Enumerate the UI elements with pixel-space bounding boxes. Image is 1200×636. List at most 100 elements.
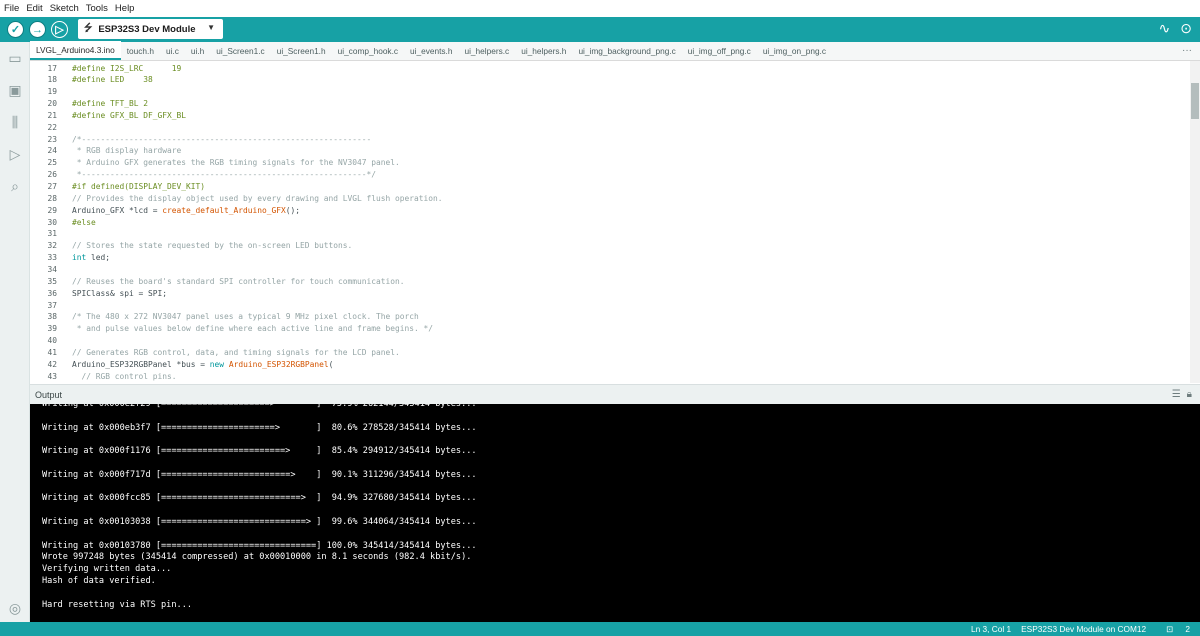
code-token: // Generates RGB control, data, and timi… — [72, 347, 400, 357]
scrollbar-thumb[interactable] — [1191, 83, 1199, 119]
code-text: *---------------------------------------… — [72, 170, 376, 179]
code-text: Arduino_GFX *lcd = create_default_Arduin… — [72, 206, 300, 215]
menu-file[interactable]: File — [4, 3, 19, 14]
code-line: 19 — [30, 86, 1190, 98]
cursor-position: Ln 3, Col 1 — [970, 624, 1012, 634]
code-token: #define GFX_BL DF_GFX_BL — [72, 110, 187, 120]
bell-icon: ⊡ — [1166, 624, 1174, 634]
folder-icon[interactable]: ▭ — [7, 50, 23, 66]
code-text: Arduino_ESP32RGBPanel *bus = new Arduino… — [72, 360, 333, 369]
code-line: 42 Arduino_ESP32RGBPanel *bus = new Ardui… — [30, 358, 1190, 370]
tab-ui-events-h[interactable]: ui_events.h — [404, 41, 458, 60]
notifications-indicator[interactable]: ⊡ 2 — [1156, 624, 1190, 634]
library-icon[interactable]: ⫼ — [7, 114, 23, 130]
code-token: #define TFT_BL 2 — [72, 99, 149, 109]
code-text: /*--------------------------------------… — [72, 135, 371, 144]
search-icon[interactable]: ⌕ — [7, 178, 23, 194]
code-line: 27 #if defined(DISPLAY_DEV_KIT) — [30, 181, 1190, 193]
line-number: 17 — [47, 63, 57, 73]
code-text: * RGB display hardware — [72, 146, 182, 155]
code-text: // Generates RGB control, data, and timi… — [72, 348, 400, 357]
code-token: // Stores the state requested by the on-… — [72, 241, 353, 251]
board-name: ESP32S3 Dev Module — [98, 23, 196, 35]
menubar: File Edit Sketch Tools Help — [0, 0, 1200, 17]
code-line: 28 // Provides the display object used by… — [30, 192, 1190, 204]
code-token: /* The 480 x 272 NV3047 panel uses a typ… — [72, 312, 419, 322]
code-text: // RGB control pins. — [72, 372, 177, 381]
lock-icon[interactable]: 🔒︎ — [1187, 389, 1192, 400]
tab-ui-h[interactable]: ui.h — [185, 41, 210, 60]
line-number: 25 — [47, 158, 57, 168]
upload-button[interactable]: → — [29, 21, 46, 38]
magnifier-icon[interactable]: ⊙ — [1180, 20, 1192, 37]
code-text: int led; — [72, 253, 110, 262]
tab-ui-img-on-png-c[interactable]: ui_img_on_png.c — [757, 41, 832, 60]
debug-sidebar-icon[interactable]: ▷ — [7, 146, 23, 162]
menu-edit[interactable]: Edit — [26, 3, 42, 14]
tab-lvgl-arduino4-3-ino[interactable]: LVGL_Arduino4.3.ino — [30, 41, 121, 60]
code-token: SPIClass& spi = SPI; — [72, 288, 168, 298]
code-text: // Stores the state requested by the on-… — [72, 241, 352, 250]
more-tabs-icon[interactable]: ··· — [1182, 45, 1192, 56]
code-token: Arduino_ESP32RGBPanel — [228, 359, 329, 369]
line-number: 18 — [47, 75, 57, 85]
board-selector[interactable]: ⭍ ESP32S3 Dev Module ▼ — [78, 19, 223, 39]
debug-icon: ▷ — [55, 24, 64, 36]
code-token: * Arduino GFX generates the RGB timing s… — [72, 158, 400, 168]
profile-icon[interactable]: ◎ — [7, 600, 23, 616]
code-text: #if defined(DISPLAY_DEV_KIT) — [72, 182, 205, 191]
line-number: 36 — [47, 288, 57, 298]
code-token: Arduino_GFX *lcd = — [72, 205, 163, 215]
plotter-icon[interactable]: ∿ — [1159, 20, 1171, 37]
code-token: create_default_Arduino_GFX — [162, 205, 286, 215]
tab-ui-helpers-h[interactable]: ui_helpers.h — [515, 41, 572, 60]
tab-ui-comp-hook-c[interactable]: ui_comp_hook.c — [332, 41, 404, 60]
line-number: 19 — [47, 87, 57, 97]
tab-ui-helpers-c[interactable]: ui_helpers.c — [458, 41, 515, 60]
code-editor[interactable]: 17 #define I2S_LRC 19 18 #define LED 38 19 20… — [30, 61, 1190, 383]
line-number: 30 — [47, 217, 57, 227]
tab-ui-img-off-png-c[interactable]: ui_img_off_png.c — [682, 41, 757, 60]
code-token: int — [72, 253, 87, 263]
clear-output-icon[interactable]: ☰ — [1172, 389, 1181, 400]
menu-help[interactable]: Help — [115, 3, 135, 14]
menu-sketch[interactable]: Sketch — [50, 3, 79, 14]
tab-touch-h[interactable]: touch.h — [121, 41, 160, 60]
output-console[interactable]: Writing at 0x000e2f29 [=================… — [30, 404, 1200, 622]
console-line: Hash of data verified. — [42, 576, 156, 586]
tab-ui-screen1-c[interactable]: ui_Screen1.c — [210, 41, 270, 60]
code-line: 23 /*------------------------------------… — [30, 133, 1190, 145]
tab-ui-img-background-png-c[interactable]: ui_img_background_png.c — [572, 41, 681, 60]
console-line: Verifying written data... — [42, 564, 172, 575]
verify-button[interactable]: ✓ — [7, 21, 24, 38]
code-token: (); — [285, 205, 301, 215]
code-token: #define I2S_LRC 19 — [72, 63, 182, 73]
console-line: Writing at 0x000e2f29 [=================… — [42, 404, 477, 409]
editor-scrollbar[interactable] — [1190, 61, 1200, 383]
code-text: // Reuses the board's standard SPI contr… — [72, 277, 405, 286]
code-token: * and pulse values below define where ea… — [72, 324, 434, 334]
code-token: led; — [86, 253, 111, 263]
code-line: 36 SPIClass& spi = SPI; — [30, 287, 1190, 299]
code-line: 32 // Stores the state requested by the o… — [30, 240, 1190, 252]
menu-tools[interactable]: Tools — [86, 3, 108, 14]
console-line: Writing at 0x000eb3f7 [=================… — [42, 422, 477, 433]
code-line: 43 // RGB control pins. — [30, 370, 1190, 382]
code-text: #define LED 38 — [72, 75, 153, 84]
board-manager-icon[interactable]: ▣ — [7, 82, 23, 98]
board-port-status[interactable]: ESP32S3 Dev Module on COM12 — [1021, 624, 1146, 634]
code-line: 25 * Arduino GFX generates the RGB timin… — [30, 157, 1190, 169]
debug-button[interactable]: ▷ — [51, 21, 68, 38]
line-number: 43 — [47, 371, 57, 381]
code-token: #else — [72, 217, 96, 227]
tab-ui-c[interactable]: ui.c — [160, 41, 185, 60]
code-line: 31 — [30, 228, 1190, 240]
console-line: Writing at 0x00103780 [=================… — [42, 540, 477, 551]
line-number: 32 — [47, 241, 57, 251]
line-number: 40 — [47, 336, 57, 346]
code-line: 40 — [30, 335, 1190, 347]
code-token: #define LED 38 — [72, 75, 153, 85]
tab-ui-screen1-h[interactable]: ui_Screen1.h — [271, 41, 332, 60]
line-number: 41 — [47, 347, 57, 357]
line-number: 28 — [47, 193, 57, 203]
